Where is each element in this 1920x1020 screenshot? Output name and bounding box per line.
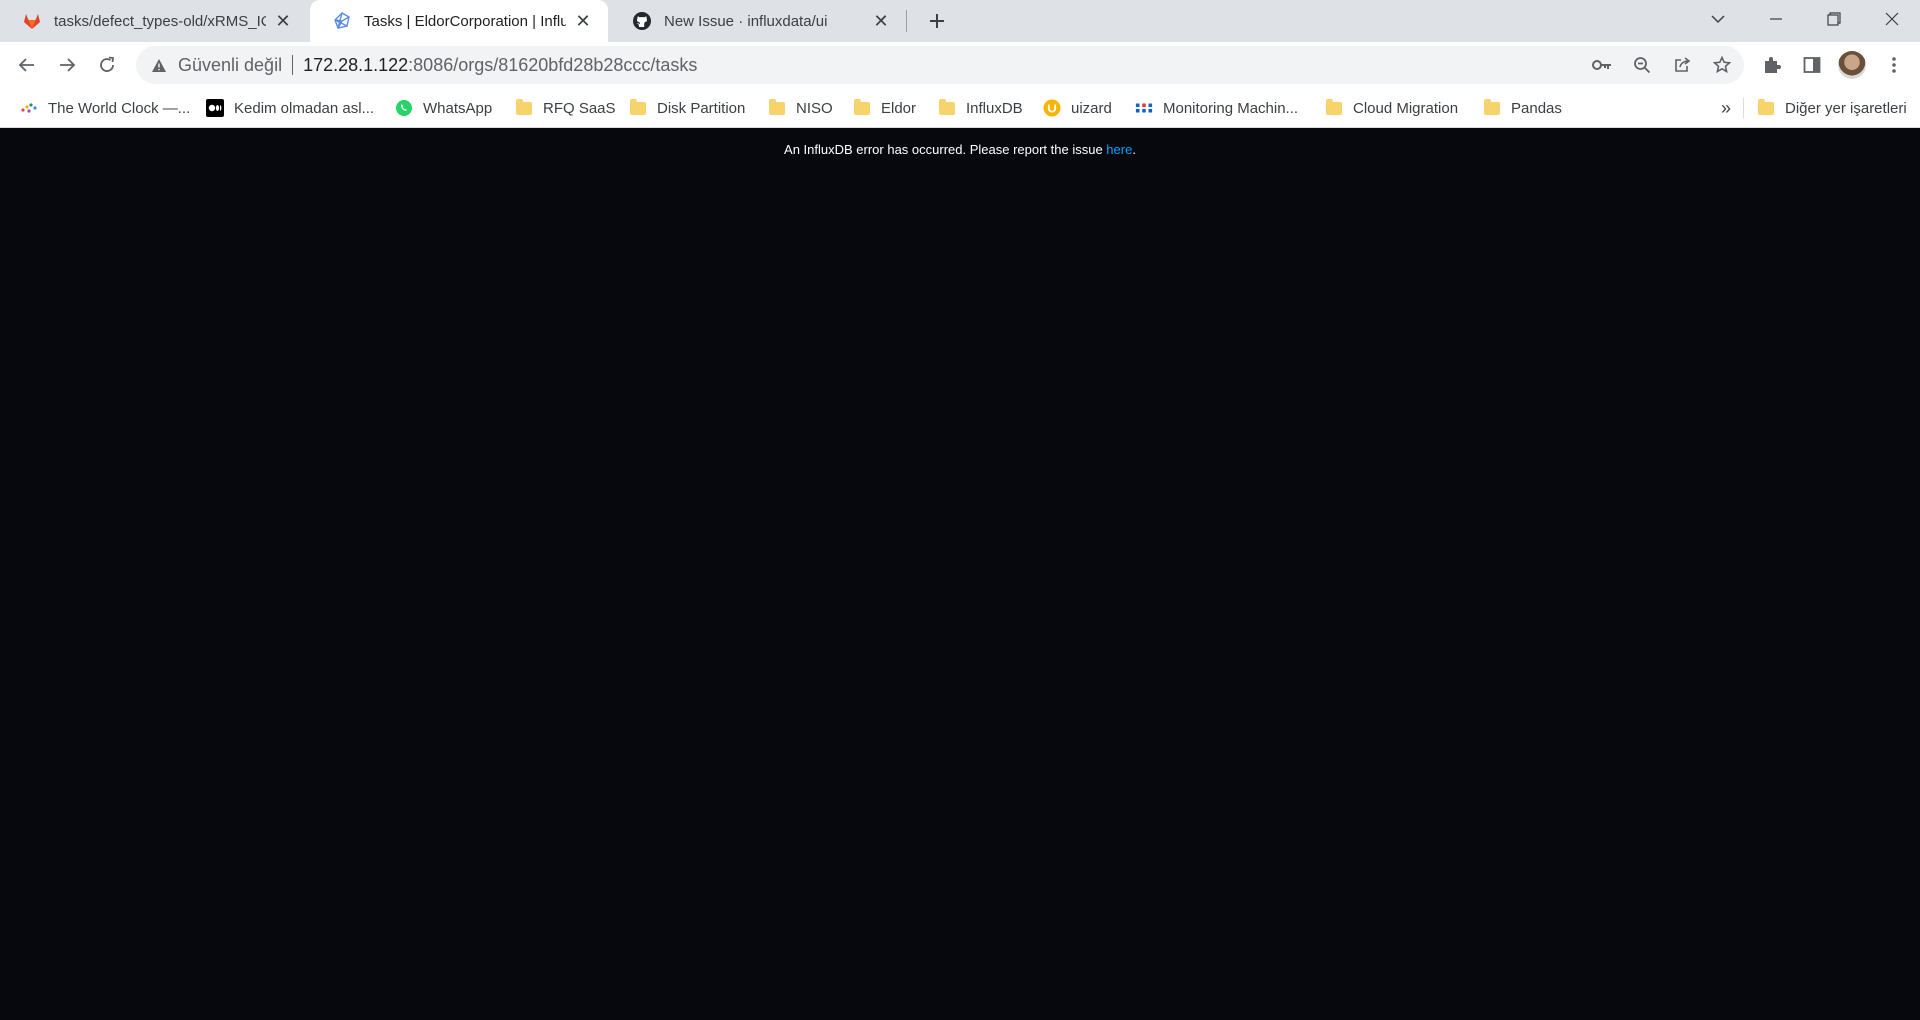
bookmark-pandas[interactable]: Pandas (1483, 96, 1562, 120)
folder-icon (1483, 98, 1501, 117)
folder-icon (515, 98, 533, 117)
whatsapp-icon (395, 99, 413, 117)
bookmark-label: Monitoring Machin... (1163, 99, 1299, 117)
zoom-out-icon[interactable] (1626, 49, 1658, 81)
tab-title: Tasks | EldorCorporation | InfluxD (364, 12, 566, 30)
bookmark-medium[interactable]: Kedim olmadan asl... (206, 96, 374, 120)
reload-button[interactable] (91, 49, 123, 81)
close-icon[interactable]: ✕ (870, 10, 892, 32)
bookmark-label: WhatsApp (423, 99, 493, 117)
close-icon[interactable]: ✕ (272, 10, 294, 32)
error-text: An InfluxDB error has occurred. Please r… (784, 142, 1107, 157)
back-button[interactable] (11, 49, 43, 81)
tab-strip: tasks/defect_types-old/xRMS_IC_ ✕ Tasks … (0, 0, 1920, 42)
bookmark-label: InfluxDB (966, 99, 1023, 117)
folder-icon (768, 98, 786, 117)
world-clock-icon (20, 99, 38, 117)
tab-title: tasks/defect_types-old/xRMS_IC_ (54, 12, 266, 30)
bookmark-rfq-saas[interactable]: RFQ SaaS (515, 96, 616, 120)
bookmark-label: uizard (1071, 99, 1112, 117)
influxdb-icon (332, 11, 352, 31)
folder-icon (1757, 98, 1775, 117)
folder-icon (629, 98, 647, 117)
medium-icon (206, 99, 224, 117)
side-panel-icon (1803, 57, 1821, 73)
security-status[interactable]: Güvenli değil (178, 55, 282, 76)
other-bookmarks[interactable]: Diğer yer işaretleri (1757, 96, 1907, 120)
bookmark-influxdb[interactable]: InfluxDB (938, 96, 1023, 120)
more-vert-icon (1892, 57, 1896, 73)
error-suffix: . (1132, 142, 1136, 157)
error-message: An InfluxDB error has occurred. Please r… (0, 142, 1920, 157)
bookmark-label: Cloud Migration (1353, 99, 1459, 117)
page-content: An InfluxDB error has occurred. Please r… (0, 129, 1920, 1020)
minimize-icon (1770, 18, 1782, 20)
bookmark-label: RFQ SaaS (543, 99, 616, 117)
chevron-down-icon (1711, 15, 1725, 24)
github-icon (632, 11, 652, 31)
bookmark-uizard[interactable]: uizard (1043, 96, 1112, 120)
bookmark-label: Pandas (1511, 99, 1562, 117)
folder-icon (1325, 98, 1343, 117)
tab-github[interactable]: New Issue · influxdata/ui ✕ (610, 0, 906, 42)
bookmark-niso[interactable]: NISO (768, 96, 833, 120)
tab-title: New Issue · influxdata/ui (664, 12, 828, 30)
key-icon[interactable] (1586, 49, 1618, 81)
monitoring-icon (1135, 99, 1153, 117)
close-window-button[interactable] (1864, 0, 1920, 38)
folder-icon (853, 98, 871, 117)
address-bar[interactable]: Güvenli değil 172.28.1.122:8086/orgs/816… (136, 46, 1744, 84)
url-host: 172.28.1.122 (303, 54, 409, 75)
tab-separator (906, 10, 907, 32)
browser-toolbar: Güvenli değil 172.28.1.122:8086/orgs/816… (0, 42, 1920, 88)
warning-icon[interactable] (150, 56, 168, 74)
minimize-button[interactable] (1748, 0, 1804, 38)
arrow-right-icon (60, 58, 76, 72)
star-icon[interactable] (1706, 49, 1738, 81)
menu-button[interactable] (1878, 49, 1910, 81)
restore-icon (1827, 12, 1841, 26)
bookmark-label: NISO (796, 99, 833, 117)
share-icon[interactable] (1666, 49, 1698, 81)
bookmark-label: The World Clock —... (48, 99, 191, 117)
bookmark-disk-partition[interactable]: Disk Partition (629, 96, 745, 120)
uizard-icon (1043, 99, 1061, 117)
address-divider (292, 55, 294, 75)
puzzle-icon (1765, 57, 1781, 73)
plus-icon (930, 14, 944, 28)
bookmark-cloud-migration[interactable]: Cloud Migration (1325, 96, 1458, 120)
other-bookmarks-label: Diğer yer işaretleri (1785, 99, 1907, 117)
forward-button[interactable] (51, 49, 83, 81)
bookmark-monitoring[interactable]: Monitoring Machin... (1135, 96, 1298, 120)
folder-icon (938, 98, 956, 117)
close-icon[interactable]: ✕ (572, 10, 594, 32)
bookmark-label: Eldor (881, 99, 917, 117)
gitlab-icon (22, 11, 42, 31)
tab-gitlab[interactable]: tasks/defect_types-old/xRMS_IC_ ✕ (0, 0, 308, 42)
bookmark-label: Disk Partition (657, 99, 746, 117)
extensions-button[interactable] (1756, 49, 1788, 81)
bookmark-label: Kedim olmadan asl... (234, 99, 375, 117)
tab-influxdb[interactable]: Tasks | EldorCorporation | InfluxD ✕ (310, 0, 608, 42)
restore-button[interactable] (1806, 0, 1862, 38)
new-tab-button[interactable] (922, 6, 952, 36)
side-panel-button[interactable] (1796, 49, 1828, 81)
close-icon (1885, 12, 1899, 26)
bookmarks-separator (1743, 98, 1744, 118)
bookmarks-overflow-button[interactable]: » (1716, 96, 1736, 120)
bookmarks-bar: The World Clock —... Kedim olmadan asl..… (0, 88, 1920, 128)
url-text[interactable]: 172.28.1.122:8086/orgs/81620bfd28b28ccc/… (303, 55, 697, 76)
bookmark-whatsapp[interactable]: WhatsApp (395, 96, 492, 120)
report-issue-link[interactable]: here (1106, 142, 1132, 157)
profile-avatar[interactable] (1838, 51, 1866, 79)
tab-search-button[interactable] (1690, 0, 1746, 38)
bookmark-world-clock[interactable]: The World Clock —... (20, 96, 190, 120)
reload-icon (100, 56, 115, 72)
url-path: :8086/orgs/81620bfd28b28ccc/tasks (408, 54, 698, 75)
bookmark-eldor[interactable]: Eldor (853, 96, 916, 120)
arrow-left-icon (18, 58, 34, 72)
